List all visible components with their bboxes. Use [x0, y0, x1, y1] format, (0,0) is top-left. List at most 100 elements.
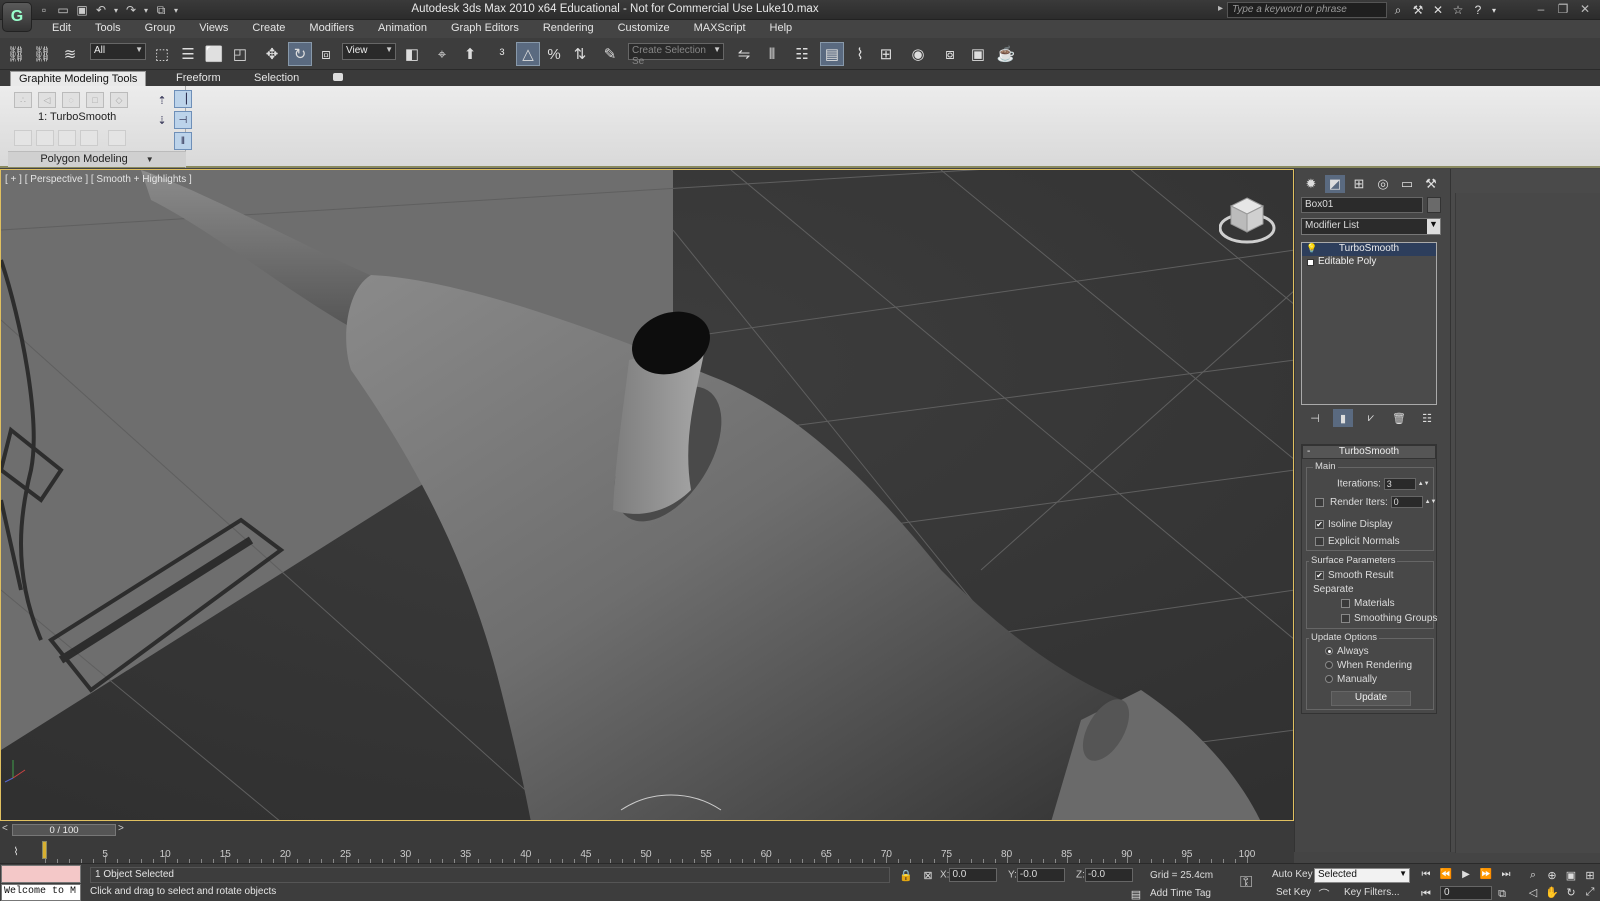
- modify-tab-icon[interactable]: ◩: [1325, 175, 1345, 193]
- z-field[interactable]: -0.0: [1084, 868, 1133, 882]
- time-slider-thumb[interactable]: 0 / 100: [12, 824, 116, 836]
- absolute-mode-icon[interactable]: ⊠: [920, 867, 936, 883]
- rect-selection-icon[interactable]: ⬜: [202, 42, 226, 66]
- render-teapot-icon[interactable]: ☕: [994, 42, 1018, 66]
- keyboard-shortcut-icon[interactable]: ⬆: [458, 42, 482, 66]
- zoom-icon[interactable]: ⌕: [1524, 867, 1542, 883]
- y-field[interactable]: -0.0: [1016, 868, 1065, 882]
- mirror-icon[interactable]: ⇋: [732, 42, 756, 66]
- search-expand-icon[interactable]: ▸: [1218, 3, 1223, 14]
- schematic-view-icon[interactable]: ⊞: [874, 42, 898, 66]
- polygon-icon[interactable]: □: [86, 92, 104, 108]
- perspective-viewport[interactable]: [ + ] [ Perspective ] [ Smooth + Highlig…: [0, 169, 1294, 821]
- percent-snap-icon[interactable]: %: [542, 42, 566, 66]
- menu-maxscript[interactable]: MAXScript: [678, 20, 754, 38]
- subscription-icon[interactable]: ⚒: [1410, 2, 1426, 18]
- pin-stack-icon[interactable]: ⊣: [1305, 409, 1325, 427]
- zoom-all-icon[interactable]: ⊕: [1543, 867, 1561, 883]
- help-dropdown-icon[interactable]: ▾: [1490, 2, 1498, 18]
- remove-modifier-icon[interactable]: 🗑: [1389, 409, 1409, 427]
- always-radio[interactable]: [1325, 647, 1333, 656]
- make-unique-icon[interactable]: ⩗: [1361, 409, 1381, 427]
- object-name-field[interactable]: Box01: [1301, 197, 1423, 213]
- vertex-icon[interactable]: ∴: [14, 92, 32, 108]
- select-manipulate-icon[interactable]: ⌖: [430, 42, 454, 66]
- render-iters-spinner[interactable]: 0: [1390, 496, 1423, 508]
- select-object-icon[interactable]: ⬚: [150, 42, 174, 66]
- default-tangent-icon[interactable]: ⌒: [1316, 886, 1332, 901]
- smoothing-groups-checkbox[interactable]: [1341, 613, 1350, 623]
- tab-graphite-modeling-tools[interactable]: Graphite Modeling Tools: [10, 71, 147, 86]
- align-icon[interactable]: ⫴: [760, 42, 784, 66]
- communication-center-icon[interactable]: ✕: [1430, 2, 1446, 18]
- app-logo-icon[interactable]: G: [2, 2, 32, 32]
- restore-icon[interactable]: ❐: [1554, 1, 1572, 17]
- current-time-marker[interactable]: [42, 841, 47, 859]
- pin-icon[interactable]: ⊣: [174, 111, 192, 129]
- show-end-result-icon[interactable]: ▮: [1333, 409, 1353, 427]
- time-config-icon[interactable]: ⧉: [1494, 886, 1510, 901]
- time-next-button[interactable]: >: [118, 823, 124, 834]
- menu-views[interactable]: Views: [183, 20, 236, 38]
- edit-named-selection-icon[interactable]: ✎: [598, 42, 622, 66]
- track-bar[interactable]: ⌇ 5 10 15 20 25 30 35 40 45 50 55 60 65 70 75 80 85 90 95 1…: [0, 839, 1294, 863]
- time-prev-button[interactable]: <: [2, 823, 8, 834]
- tab-selection[interactable]: Selection: [246, 71, 307, 86]
- modifier-toggle-icon[interactable]: [80, 130, 98, 146]
- named-selection-select[interactable]: Create Selection Se ▼: [628, 43, 724, 67]
- menu-modifiers[interactable]: Modifiers: [293, 20, 362, 38]
- ribbon-minimize-icon[interactable]: [333, 73, 343, 81]
- element-icon[interactable]: ◇: [110, 92, 128, 108]
- configure-sets-icon[interactable]: ☷: [1417, 409, 1437, 427]
- when-rendering-radio[interactable]: [1325, 661, 1333, 670]
- border-icon[interactable]: ◌: [62, 92, 80, 108]
- time-slider[interactable]: < 0 / 100 >: [0, 821, 1294, 839]
- expand-icon[interactable]: [1307, 259, 1314, 266]
- update-button[interactable]: Update: [1331, 691, 1411, 706]
- use-nurms-icon[interactable]: ▕: [174, 90, 192, 108]
- key-mode-select[interactable]: Selected ▼: [1314, 868, 1410, 883]
- pin-stack-icon[interactable]: [36, 130, 54, 146]
- stack-item-editable-poly[interactable]: Editable Poly: [1302, 256, 1436, 269]
- object-color-swatch[interactable]: [1427, 197, 1441, 213]
- iterations-spinner[interactable]: 3: [1383, 478, 1416, 490]
- material-editor-icon[interactable]: ◉: [906, 42, 930, 66]
- layer-manager-icon[interactable]: ☷: [790, 42, 814, 66]
- polygon-modeling-label[interactable]: Polygon Modeling ▼: [8, 151, 186, 167]
- mini-curve-editor-icon[interactable]: ⌇: [6, 843, 26, 859]
- menu-graph-editors[interactable]: Graph Editors: [435, 20, 527, 38]
- go-to-end-icon[interactable]: ⏭: [1498, 867, 1514, 881]
- tab-freeform[interactable]: Freeform: [168, 71, 229, 86]
- minimize-icon[interactable]: –: [1532, 1, 1550, 17]
- selection-filter-select[interactable]: All ▼: [90, 43, 146, 60]
- time-tag-icon[interactable]: ▤: [1128, 886, 1144, 901]
- show-end-result-icon[interactable]: [14, 130, 32, 146]
- pivot-center-icon[interactable]: ◧: [400, 42, 424, 66]
- menu-animation[interactable]: Animation: [362, 20, 435, 38]
- play-icon[interactable]: ▶: [1458, 867, 1474, 881]
- field-of-view-icon[interactable]: ◁: [1524, 884, 1542, 900]
- menu-edit[interactable]: Edit: [36, 20, 79, 38]
- previous-modifier-icon[interactable]: ⇡: [154, 92, 170, 108]
- graphite-toggle-icon[interactable]: ▤: [820, 42, 844, 66]
- favorites-star-icon[interactable]: ☆: [1450, 2, 1466, 18]
- bind-spacewarp-icon[interactable]: ≋: [58, 42, 82, 66]
- edge-icon[interactable]: ◁: [38, 92, 56, 108]
- motion-tab-icon[interactable]: ◎: [1373, 175, 1393, 193]
- scale-icon[interactable]: ⧈: [314, 42, 338, 66]
- explicit-normals-checkbox[interactable]: [1315, 536, 1324, 546]
- auto-key-button[interactable]: Auto Key: [1272, 869, 1313, 880]
- display-tab-icon[interactable]: ▭: [1397, 175, 1417, 193]
- maxscript-mini-listener[interactable]: Welcome to M: [1, 884, 81, 901]
- close-icon[interactable]: ✕: [1576, 1, 1594, 17]
- unlink-icon[interactable]: ⛓: [30, 42, 54, 66]
- maxscript-listener-box[interactable]: [1, 865, 81, 883]
- rollout-title[interactable]: - TurboSmooth: [1302, 445, 1436, 459]
- window-crossing-icon[interactable]: ◰: [228, 42, 252, 66]
- spinner-arrows-icon[interactable]: ▲▼: [1425, 499, 1437, 505]
- menu-help[interactable]: Help: [754, 20, 801, 38]
- preserve-uvs-icon[interactable]: [108, 130, 126, 146]
- viewcube-icon[interactable]: [1219, 194, 1277, 246]
- zoom-extents-icon[interactable]: ▣: [1562, 867, 1580, 883]
- key-mode-toggle-icon[interactable]: ⏮: [1418, 886, 1434, 901]
